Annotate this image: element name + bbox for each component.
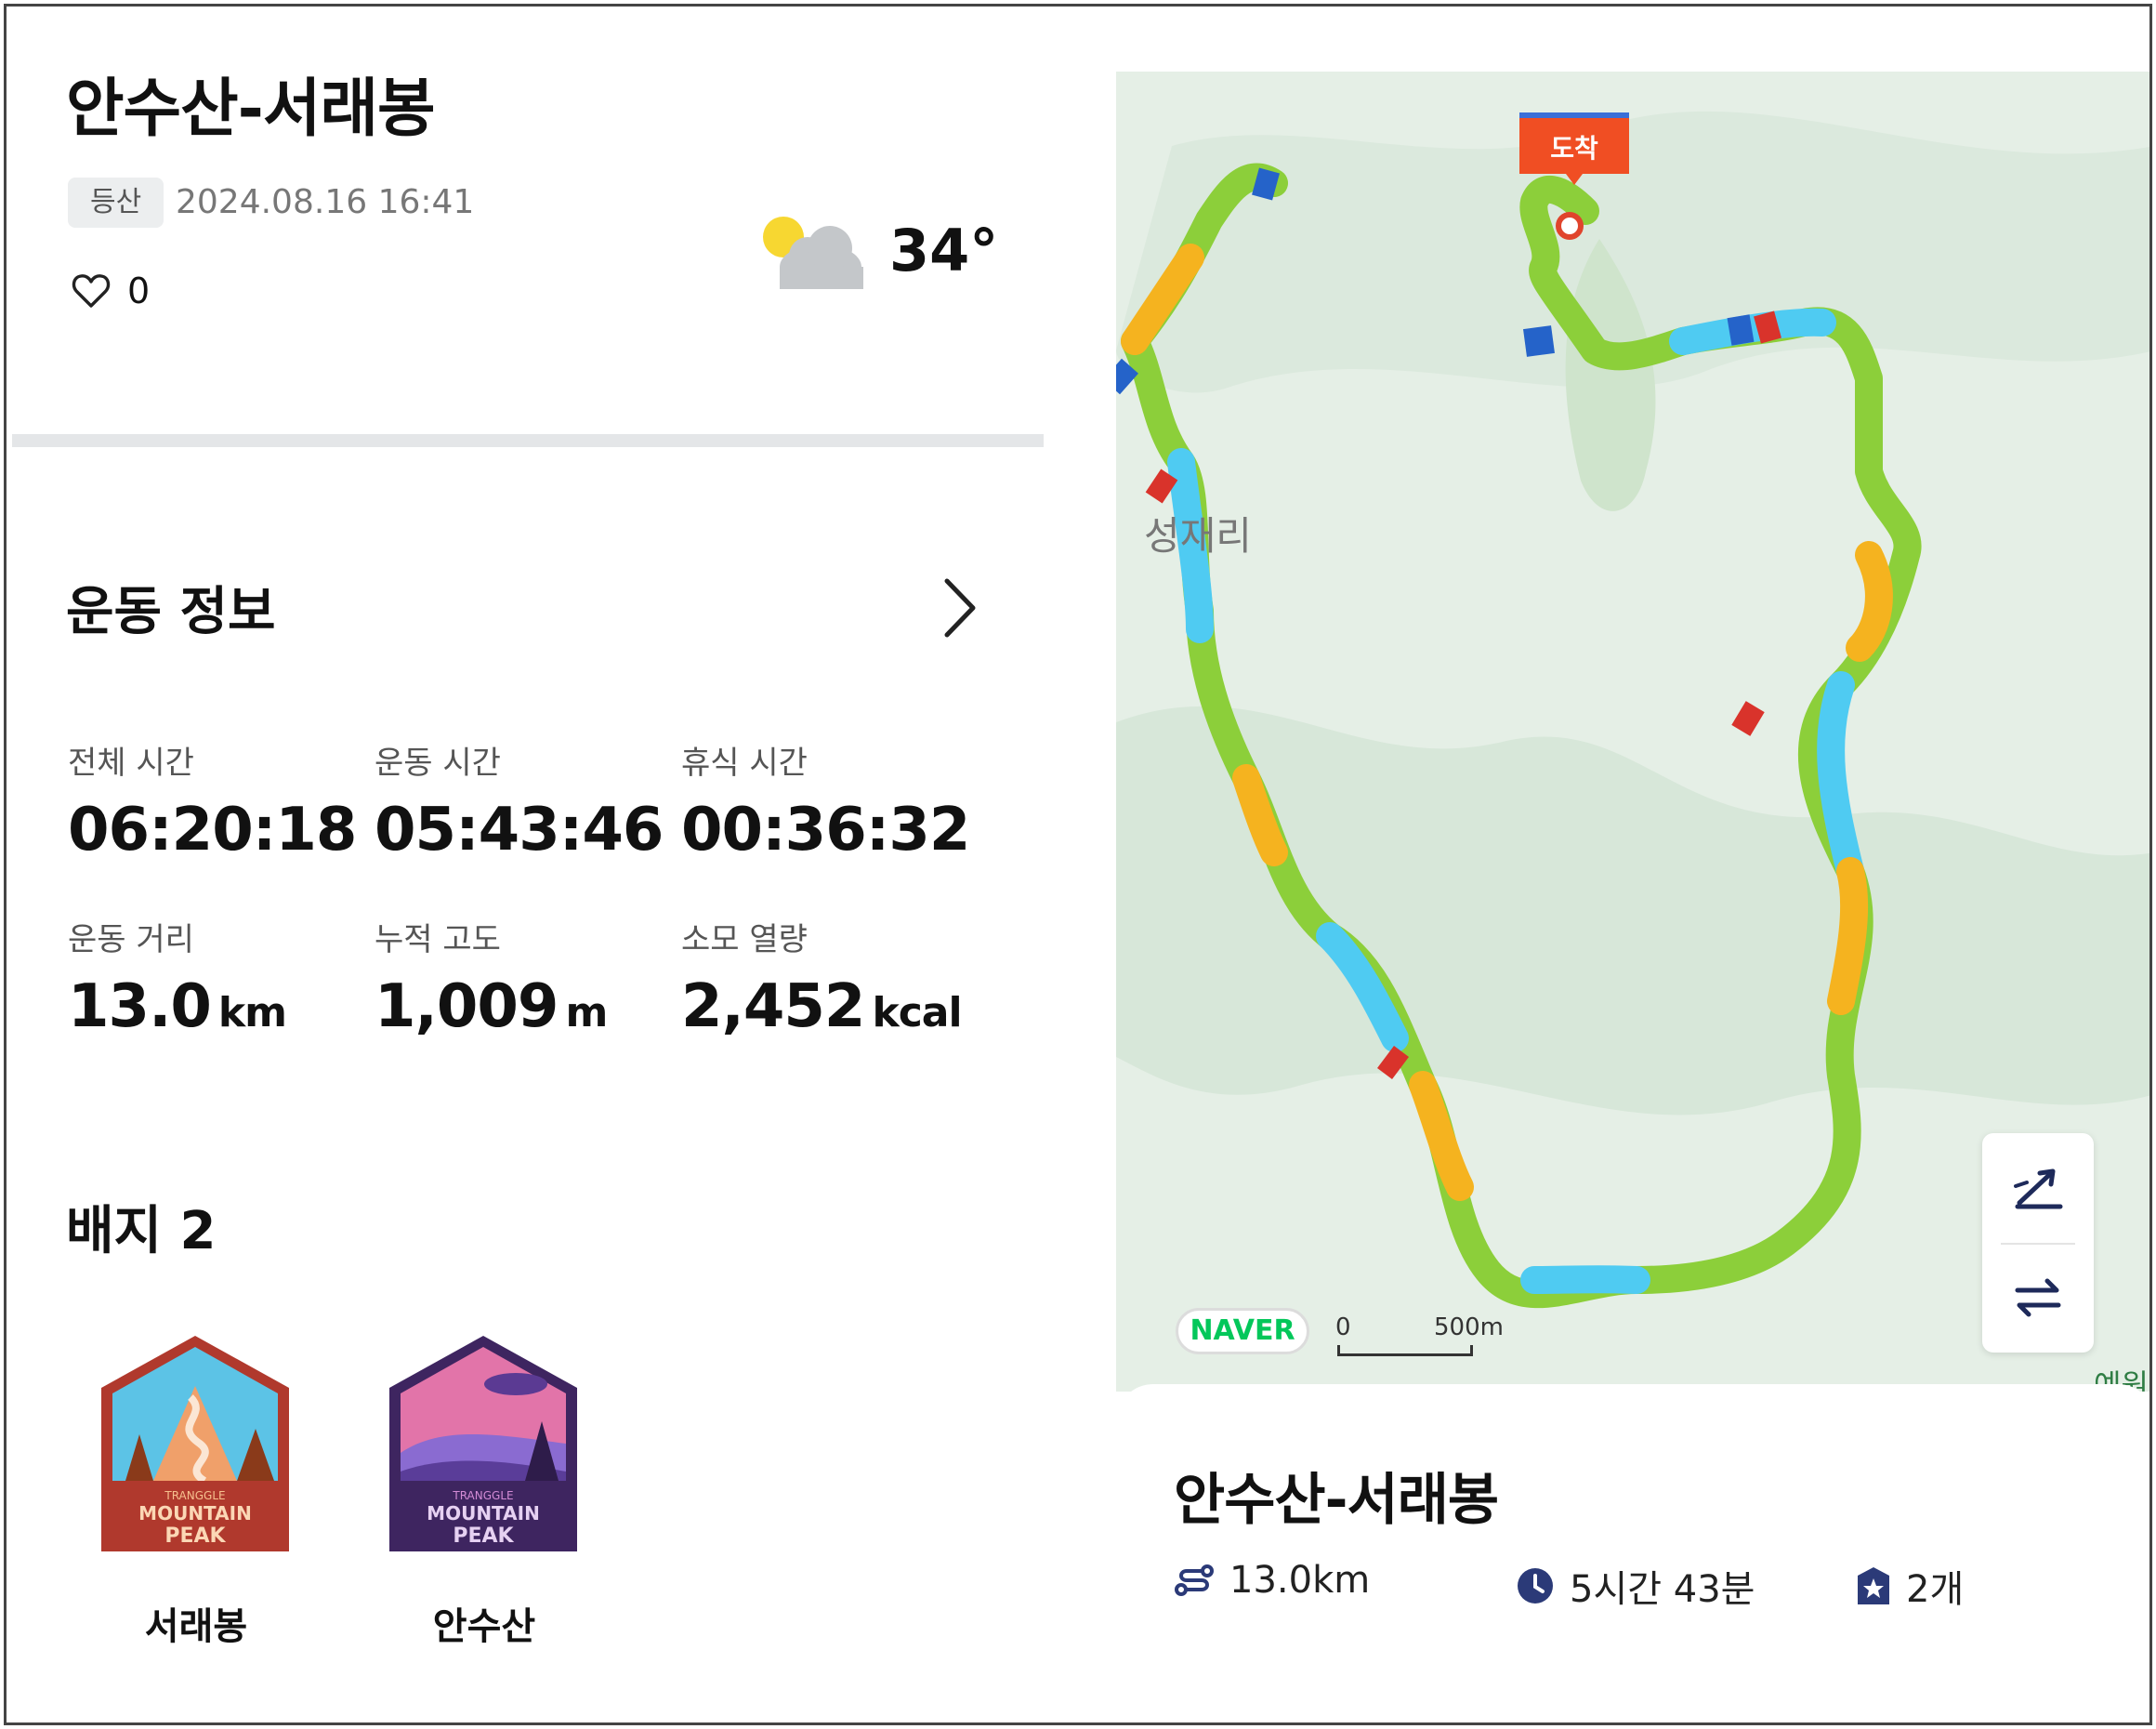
section-divider xyxy=(12,434,1044,447)
scale-bar xyxy=(1337,1345,1473,1356)
badge-name: 안수산 xyxy=(432,1605,536,1648)
stat-calories: 소모 열량 2,452 kcal xyxy=(681,914,963,1041)
stat-total-time: 전체 시간 06:20:18 xyxy=(68,737,357,864)
map-place-label: 성재리 xyxy=(1144,513,1252,559)
mountain-peak-badge-icon[interactable]: TRANGGLE MOUNTAIN PEAK xyxy=(98,1332,293,1555)
clock-icon xyxy=(1518,1568,1553,1604)
temperature: 34° xyxy=(889,217,999,284)
route-summary-sheet[interactable]: 안수산-서래봉 13.0km 5시간 43분 2개 xyxy=(1116,1384,2149,1722)
stat-label: 전체 시간 xyxy=(68,745,194,782)
summary-distance: 13.0km xyxy=(1174,1559,1370,1602)
category-badge: 등산 xyxy=(68,178,164,228)
elevation-icon xyxy=(2014,1168,2063,1209)
summary-duration: 5시간 43분 xyxy=(1516,1559,1755,1613)
arrival-marker[interactable]: 도착 xyxy=(1519,112,1629,187)
map-controls xyxy=(1982,1133,2094,1353)
stat-label: 소모 열량 xyxy=(681,921,808,958)
naver-logo: NAVER xyxy=(1176,1308,1309,1354)
stat-value: 2,452 kcal xyxy=(681,972,963,1041)
svg-text:도착: 도착 xyxy=(1550,133,1598,164)
map-scale: 0 500m xyxy=(1335,1313,1504,1356)
svg-text:MOUNTAIN: MOUNTAIN xyxy=(138,1502,252,1524)
app-frame: 안수산-서래봉 등산 2024.08.16 16:41 0 34° 운동 정보 … xyxy=(4,4,2152,1725)
stat-rest-time: 휴식 시간 00:36:32 xyxy=(681,737,970,864)
stat-elevation: 누적 고도 1,009 m xyxy=(375,914,608,1041)
scale-zero: 0 xyxy=(1335,1313,1351,1341)
route-map-panel: 도착 성재리 예원 NAVER 0 500m 안수산-서래봉 13.0km 5시… xyxy=(1116,72,2149,1722)
summary-badges: 2개 xyxy=(1856,1559,1964,1613)
activity-datetime: 2024.08.16 16:41 xyxy=(176,183,475,221)
like-button[interactable]: 0 xyxy=(72,271,150,311)
svg-text:TRANGGLE: TRANGGLE xyxy=(452,1489,513,1502)
svg-text:TRANGGLE: TRANGGLE xyxy=(164,1489,225,1502)
route-distance-icon xyxy=(1175,1564,1214,1596)
scale-distance: 500m xyxy=(1434,1313,1504,1341)
swap-arrows-icon xyxy=(2015,1278,2061,1317)
stat-label: 휴식 시간 xyxy=(681,745,808,782)
swap-direction-button[interactable] xyxy=(1982,1243,2094,1353)
chevron-right-icon[interactable] xyxy=(938,575,982,640)
heart-icon xyxy=(72,274,111,308)
stat-value: 1,009 m xyxy=(375,972,608,1041)
svg-text:MOUNTAIN: MOUNTAIN xyxy=(427,1502,540,1524)
partly-cloudy-icon xyxy=(763,217,863,289)
exercise-info-title: 운동 정보 xyxy=(66,582,276,642)
stat-value: 00:36:32 xyxy=(681,796,970,864)
badge-name: 서래봉 xyxy=(144,1605,248,1648)
badge-star-icon xyxy=(1858,1567,1889,1604)
stat-label: 누적 고도 xyxy=(375,921,501,958)
stat-label: 운동 거리 xyxy=(68,921,194,958)
route-map[interactable]: 도착 성재리 예원 NAVER 0 500m xyxy=(1116,72,2149,1392)
svg-text:PEAK: PEAK xyxy=(164,1524,226,1548)
activity-title: 안수산-서래봉 xyxy=(66,73,436,146)
badges-title: 배지 2 xyxy=(66,1201,217,1261)
stat-value: 05:43:46 xyxy=(375,796,664,864)
stat-value: 06:20:18 xyxy=(68,796,357,864)
stat-distance: 운동 거리 13.0 km xyxy=(68,914,287,1041)
stat-label: 운동 시간 xyxy=(375,745,501,782)
elevation-toggle-button[interactable] xyxy=(1982,1133,2094,1243)
stat-moving-time: 운동 시간 05:43:46 xyxy=(375,737,664,864)
stat-value: 13.0 km xyxy=(68,972,287,1041)
like-count: 0 xyxy=(127,271,151,311)
activity-detail-panel: 안수산-서래봉 등산 2024.08.16 16:41 0 34° 운동 정보 … xyxy=(7,7,1044,1722)
mountain-peak-badge-icon[interactable]: TRANGGLE MOUNTAIN PEAK xyxy=(386,1332,581,1555)
route-title: 안수산-서래봉 xyxy=(1174,1468,1499,1533)
svg-text:PEAK: PEAK xyxy=(453,1524,514,1548)
